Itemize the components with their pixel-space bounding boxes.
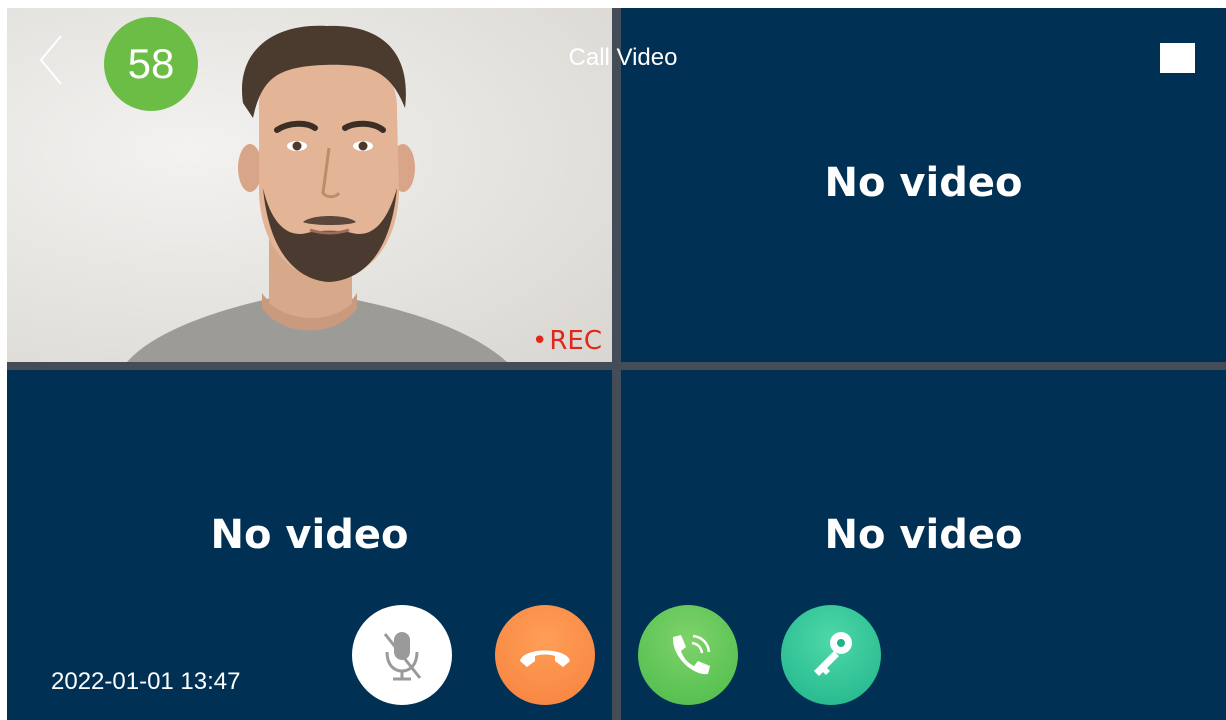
hang-up-button[interactable] (495, 605, 595, 705)
no-video-label: No video (210, 512, 409, 558)
unlock-door-button[interactable] (781, 605, 881, 705)
recording-dot-icon: • (532, 326, 548, 356)
phone-call-icon (672, 634, 711, 675)
page-title: Call Video (568, 44, 678, 71)
key-icon (814, 632, 852, 676)
recording-label: REC (549, 326, 602, 356)
no-video-label: No video (824, 512, 1023, 558)
recording-indicator: •REC (532, 326, 602, 356)
fullscreen-button[interactable] (1160, 43, 1195, 73)
phone-hangup-icon (520, 650, 570, 667)
mute-microphone-button[interactable] (352, 605, 452, 705)
no-video-label: No video (824, 160, 1023, 206)
answer-call-button[interactable] (638, 605, 738, 705)
date-time: 2022-01-01 13:47 (51, 668, 241, 695)
microphone-muted-icon (383, 632, 422, 681)
video-call-screen: •REC No video No video No video 58 Call … (7, 8, 1226, 720)
